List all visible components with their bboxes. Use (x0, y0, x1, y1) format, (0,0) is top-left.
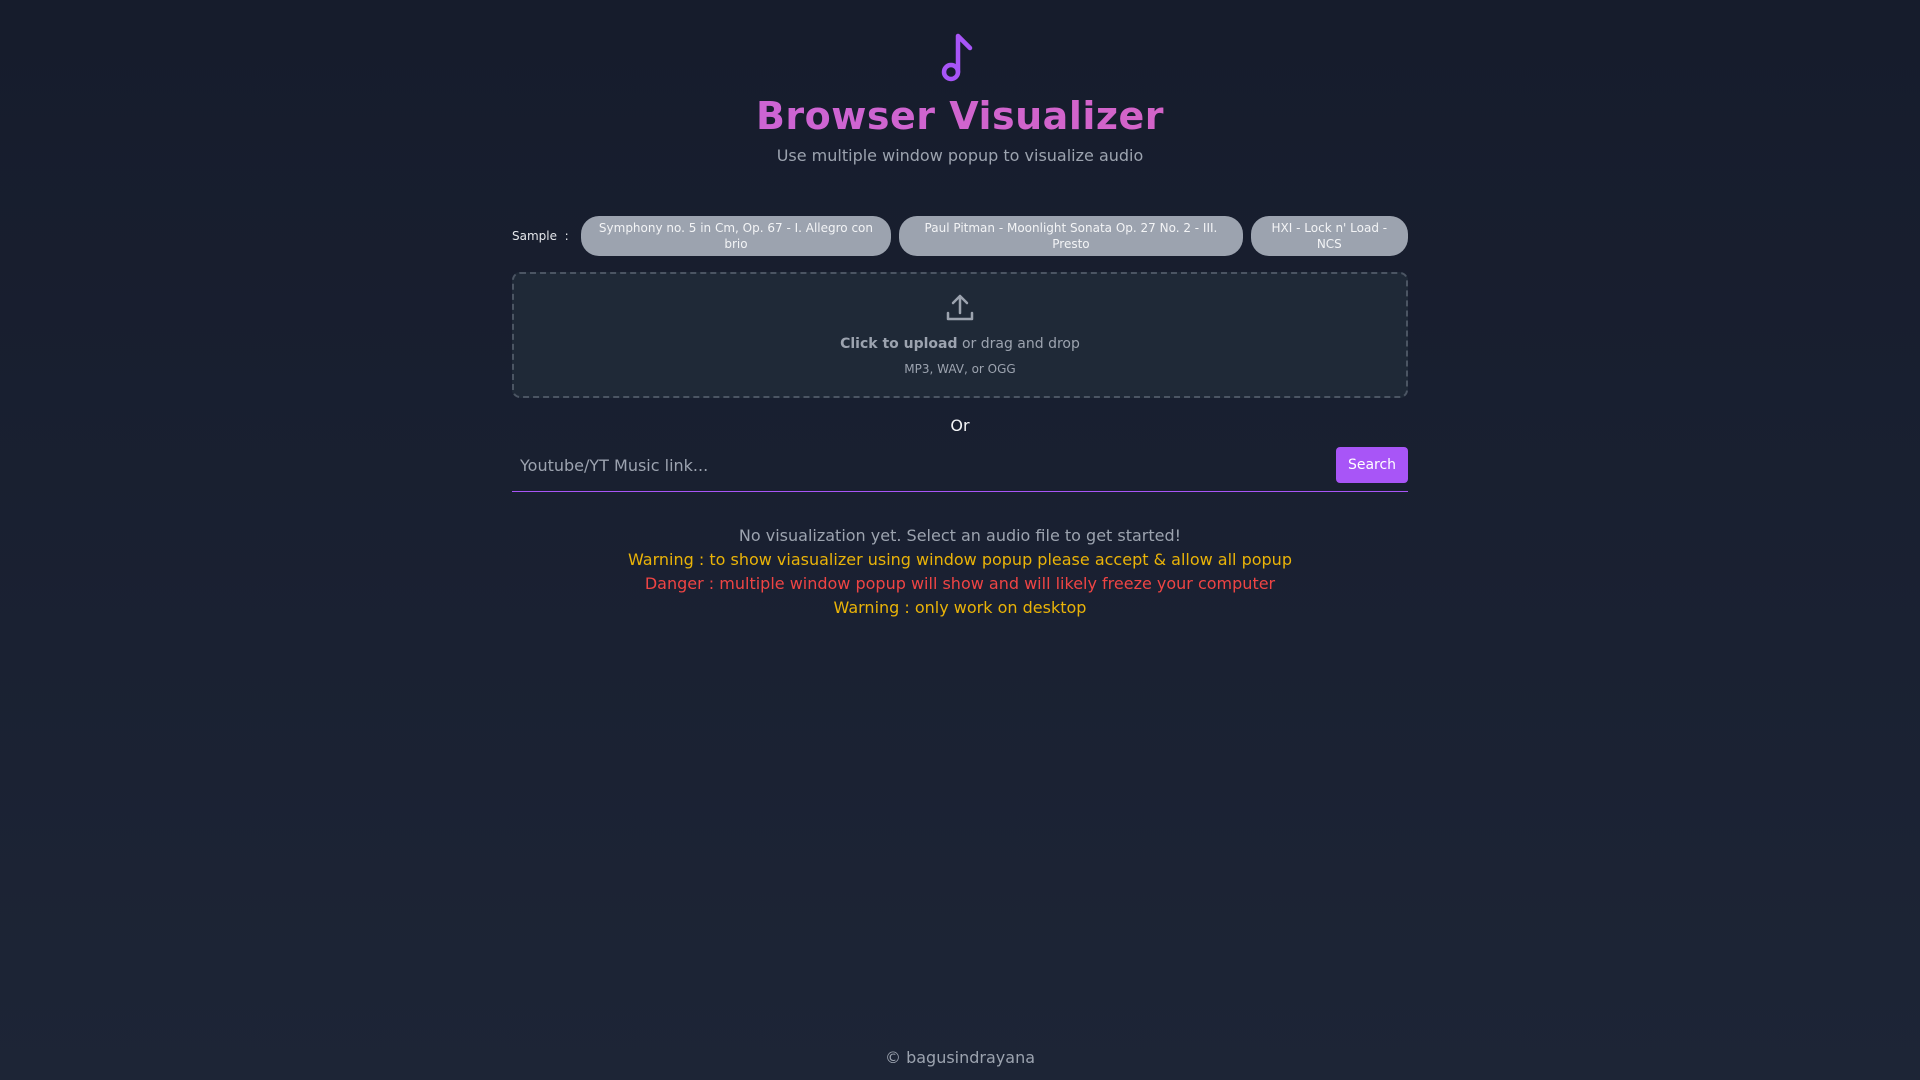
upload-instructions: Click to upload or drag and drop (514, 336, 1406, 352)
youtube-link-input[interactable] (512, 447, 1332, 483)
sample-chip-moonlight-sonata[interactable]: Paul Pitman - Moonlight Sonata Op. 27 No… (899, 216, 1243, 256)
music-note-icon (941, 33, 973, 82)
upload-icon (946, 294, 974, 321)
main-panel: Sample : Symphony no. 5 in Cm, Op. 67 - … (512, 216, 1408, 620)
status-messages: No visualization yet. Select an audio fi… (512, 524, 1408, 620)
sample-chip-lock-n-load[interactable]: HXI - Lock n' Load - NCS (1250, 216, 1408, 256)
search-button[interactable]: Search (1336, 447, 1408, 483)
sample-row: Sample : Symphony no. 5 in Cm, Op. 67 - … (512, 216, 1408, 256)
danger-message: Danger : multiple window popup will show… (644, 574, 1276, 593)
desktop-warning-message: Warning : only work on desktop (833, 598, 1087, 617)
drag-drop-text: or drag and drop (957, 336, 1080, 352)
empty-state-message: No visualization yet. Select an audio fi… (738, 526, 1182, 545)
popup-warning-message: Warning : to show viasualizer using wind… (628, 550, 1292, 569)
or-divider: Or (950, 416, 970, 435)
click-to-upload-text: Click to upload (840, 336, 958, 352)
supported-formats: MP3, WAV, or OGG (904, 362, 1016, 376)
page-title: Browser Visualizer (0, 92, 1920, 140)
upload-dropzone[interactable]: Click to upload or drag and drop MP3, WA… (512, 272, 1408, 398)
page-header: Browser Visualizer Use multiple window p… (0, 30, 1920, 165)
sample-label: Sample : (512, 229, 569, 243)
page-subtitle: Use multiple window popup to visualize a… (776, 146, 1144, 165)
sample-chip-symphony[interactable]: Symphony no. 5 in Cm, Op. 67 - I. Allegr… (580, 216, 892, 256)
youtube-search-bar: Search (512, 447, 1408, 492)
footer-copyright: © bagusindrayana (884, 1048, 1036, 1067)
